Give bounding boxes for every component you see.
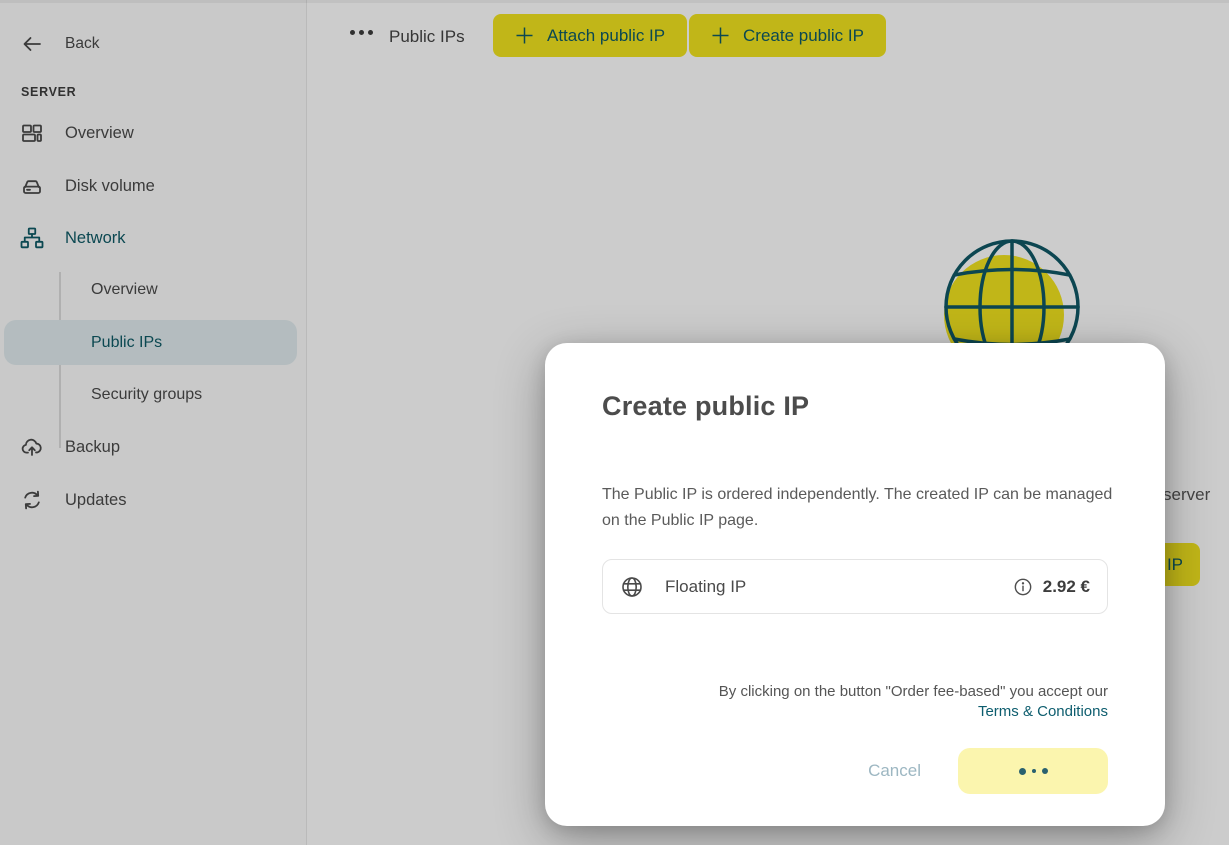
dialog-footer: Cancel	[602, 748, 1108, 794]
terms-and-conditions-link[interactable]: Terms & Conditions	[602, 702, 1108, 722]
globe-icon	[620, 575, 644, 599]
floating-ip-option[interactable]: Floating IP 2.92 €	[602, 559, 1108, 614]
info-icon[interactable]	[1013, 577, 1033, 597]
terms-notice: By clicking on the button "Order fee-bas…	[602, 682, 1108, 722]
dialog-title: Create public IP	[602, 391, 1108, 422]
create-public-ip-dialog: Create public IP The Public IP is ordere…	[545, 343, 1165, 826]
loading-dot	[1032, 769, 1036, 773]
dialog-description: The Public IP is ordered independently. …	[602, 482, 1122, 533]
terms-text: By clicking on the button "Order fee-bas…	[719, 683, 1108, 700]
order-loading-button[interactable]	[958, 748, 1108, 794]
price-label: 2.92 €	[1043, 577, 1090, 597]
option-label: Floating IP	[665, 577, 746, 597]
loading-dot	[1019, 768, 1026, 775]
loading-dot	[1042, 768, 1048, 774]
cancel-button[interactable]: Cancel	[868, 761, 921, 781]
